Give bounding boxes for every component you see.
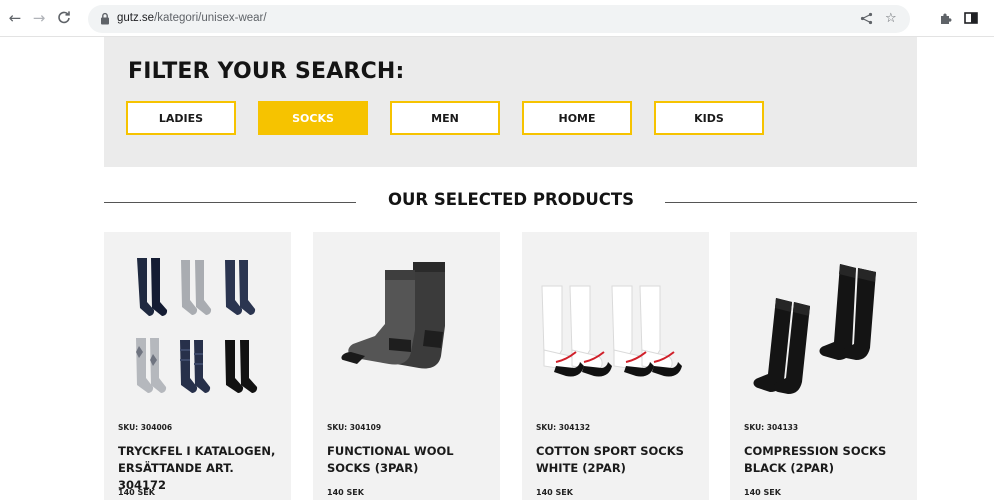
filter-button-socks[interactable]: SOCKS bbox=[258, 101, 368, 135]
product-card[interactable]: SKU: 304133 COMPRESSION SOCKS BLACK (2PA… bbox=[730, 232, 917, 500]
filter-title: FILTER YOUR SEARCH: bbox=[128, 59, 405, 84]
back-arrow-icon[interactable]: ← bbox=[6, 9, 24, 27]
filter-button-ladies[interactable]: LADIES bbox=[126, 101, 236, 135]
filter-section: FILTER YOUR SEARCH: LADIES SOCKS MEN HOM… bbox=[104, 37, 917, 167]
products-heading: OUR SELECTED PRODUCTS bbox=[387, 190, 635, 209]
product-price: 140 SEK bbox=[327, 488, 364, 497]
product-sku: SKU: 304133 bbox=[744, 423, 799, 432]
product-price: 140 SEK bbox=[118, 488, 155, 497]
product-sku: SKU: 304006 bbox=[118, 423, 173, 432]
product-card[interactable]: SKU: 304132 COTTON SPORT SOCKS WHITE (2P… bbox=[522, 232, 709, 500]
heading-rule-left bbox=[104, 202, 356, 203]
product-image-white-sport-socks bbox=[541, 285, 682, 377]
product-image-wool-socks bbox=[341, 262, 445, 369]
url-host: gutz.se bbox=[117, 12, 155, 24]
product-image-mixed-socks bbox=[136, 258, 258, 394]
product-sku: SKU: 304109 bbox=[327, 423, 382, 432]
filter-button-kids[interactable]: KIDS bbox=[654, 101, 764, 135]
product-price: 140 SEK bbox=[744, 488, 781, 497]
forward-arrow-icon[interactable]: → bbox=[30, 9, 48, 27]
url-path: /kategori/unisex-wear/ bbox=[154, 12, 267, 24]
heading-rule-right bbox=[665, 202, 917, 203]
filter-button-men[interactable]: MEN bbox=[390, 101, 500, 135]
lock-icon bbox=[100, 12, 110, 30]
product-card[interactable]: SKU: 304109 FUNCTIONAL WOOL SOCKS (3PAR)… bbox=[313, 232, 500, 500]
puzzle-icon[interactable] bbox=[938, 10, 954, 26]
product-name[interactable]: FUNCTIONAL WOOL SOCKS (3PAR) bbox=[327, 443, 492, 477]
url-text: gutz.se/kategori/unisex-wear/ bbox=[117, 12, 267, 24]
product-image-compression-socks bbox=[753, 264, 876, 394]
filter-button-home[interactable]: HOME bbox=[522, 101, 632, 135]
share-icon[interactable] bbox=[860, 12, 873, 29]
browser-toolbar: ← → gutz.se/kategori/unisex-wear/ ☆ bbox=[0, 0, 994, 37]
reload-icon[interactable] bbox=[55, 9, 73, 27]
product-name[interactable]: COMPRESSION SOCKS BLACK (2PAR) bbox=[744, 443, 909, 477]
sidepanel-icon[interactable] bbox=[963, 10, 979, 26]
product-sku: SKU: 304132 bbox=[536, 423, 591, 432]
product-price: 140 SEK bbox=[536, 488, 573, 497]
address-bar[interactable]: gutz.se/kategori/unisex-wear/ ☆ bbox=[88, 5, 910, 33]
star-icon[interactable]: ☆ bbox=[885, 12, 897, 26]
product-name[interactable]: COTTON SPORT SOCKS WHITE (2PAR) bbox=[536, 443, 701, 477]
product-name[interactable]: TRYCKFEL I KATALOGEN, ERSÄTTANDE ART. 30… bbox=[118, 443, 283, 494]
product-card[interactable]: SKU: 304006 TRYCKFEL I KATALOGEN, ERSÄTT… bbox=[104, 232, 291, 500]
